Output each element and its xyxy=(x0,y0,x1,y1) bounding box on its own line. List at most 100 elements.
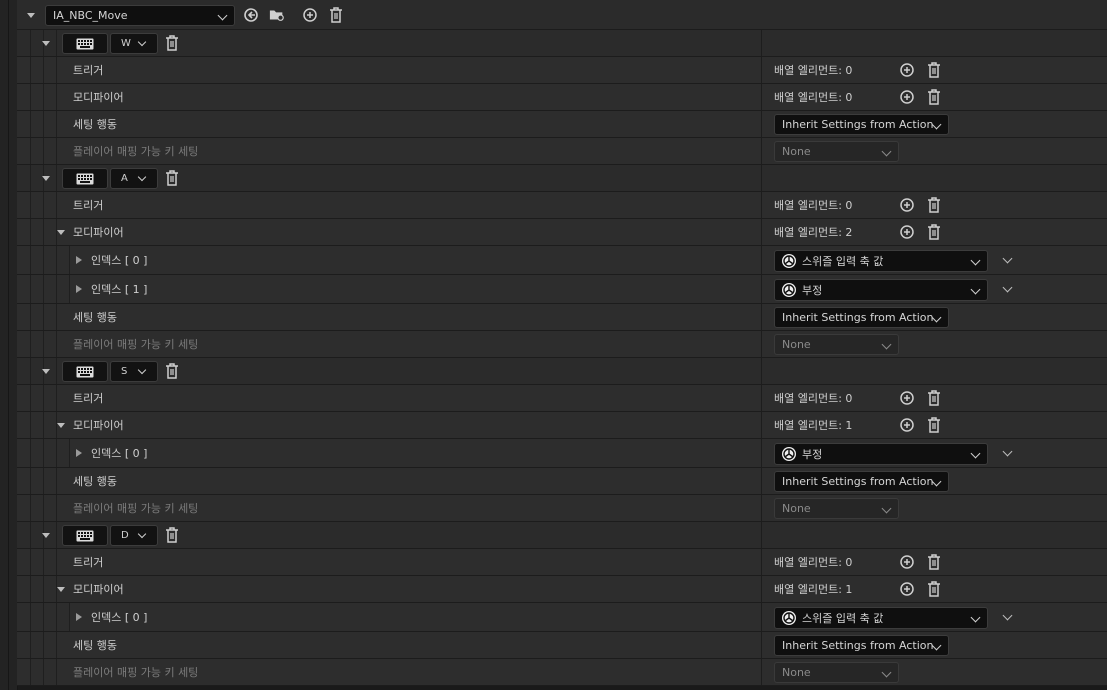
modifier-index-row: 인덱스 [ 0 ] 스위즐 입력 축 값 xyxy=(17,603,1107,632)
setting-behavior-select[interactable]: Inherit Settings from Action xyxy=(774,307,949,328)
indent-line xyxy=(43,138,44,164)
modifier-selector[interactable]: 부정 xyxy=(774,443,988,465)
setting-behavior-select[interactable]: Inherit Settings from Action xyxy=(774,471,949,492)
input-action-selector[interactable]: IA_NBC_Move xyxy=(45,5,235,26)
collapse-arrow-icon[interactable] xyxy=(42,176,50,181)
setting-behavior-label: 세팅 행동 xyxy=(73,118,117,131)
indent-line xyxy=(56,632,57,658)
indent-line xyxy=(56,138,57,164)
indent-line xyxy=(30,358,31,384)
expand-arrow-icon[interactable] xyxy=(76,256,82,264)
modifier-selector[interactable]: 부정 xyxy=(774,279,988,301)
add-icon[interactable] xyxy=(899,581,915,597)
expand-chevron-icon[interactable] xyxy=(1002,253,1013,264)
modifier-name: 스위즐 입력 축 값 xyxy=(802,612,884,625)
folder-search-icon[interactable] xyxy=(269,7,285,23)
indent-line xyxy=(43,246,44,274)
key-selector[interactable]: A xyxy=(110,168,158,189)
player-mappable-select[interactable]: None xyxy=(774,662,899,683)
player-mappable-row: 플레이어 매핑 가능 키 세팅 None xyxy=(17,331,1107,358)
expand-arrow-icon[interactable] xyxy=(76,613,82,621)
player-mappable-select[interactable]: None xyxy=(774,498,899,519)
column-divider xyxy=(761,138,762,164)
collapse-arrow-icon[interactable] xyxy=(57,423,65,428)
key-selector[interactable]: D xyxy=(110,525,158,546)
indent-line xyxy=(56,30,57,56)
keyboard-icon[interactable] xyxy=(62,33,108,54)
player-mappable-select-value: None xyxy=(782,502,811,515)
key-name: W xyxy=(121,38,131,49)
browse-back-icon[interactable] xyxy=(243,7,259,23)
keyboard-icon[interactable] xyxy=(62,361,108,382)
trigger-label: 트리거 xyxy=(73,556,104,569)
column-divider xyxy=(761,111,762,137)
add-icon[interactable] xyxy=(302,7,318,23)
setting-behavior-select[interactable]: Inherit Settings from Action xyxy=(774,114,949,135)
add-icon[interactable] xyxy=(899,197,915,213)
indent-line xyxy=(30,304,31,330)
player-mappable-select[interactable]: None xyxy=(774,334,899,355)
modifier-icon xyxy=(782,611,796,625)
delete-icon[interactable] xyxy=(164,527,180,543)
add-icon[interactable] xyxy=(899,554,915,570)
add-icon[interactable] xyxy=(899,62,915,78)
key-selector[interactable]: W xyxy=(110,33,158,54)
indent-line xyxy=(30,576,31,602)
collapse-arrow-icon[interactable] xyxy=(42,369,50,374)
delete-icon[interactable] xyxy=(328,7,344,23)
delete-icon[interactable] xyxy=(926,197,942,213)
delete-icon[interactable] xyxy=(926,554,942,570)
setting-behavior-select-value: Inherit Settings from Action xyxy=(782,118,934,131)
column-divider xyxy=(761,412,762,438)
indent-line xyxy=(30,57,31,83)
delete-icon[interactable] xyxy=(926,224,942,240)
chevron-down-icon xyxy=(217,10,228,21)
indent-line xyxy=(69,275,70,303)
delete-icon[interactable] xyxy=(926,390,942,406)
keyboard-icon[interactable] xyxy=(62,168,108,189)
key-name: A xyxy=(121,173,128,184)
expand-arrow-icon[interactable] xyxy=(76,449,82,457)
expand-chevron-icon[interactable] xyxy=(1002,610,1013,621)
modifier-row: 모디파이어 배열 엘리먼트: 0 xyxy=(17,84,1107,111)
indent-line xyxy=(43,111,44,137)
input-action-row: IA_NBC_Move xyxy=(17,0,1107,30)
collapse-arrow-icon[interactable] xyxy=(57,587,65,592)
delete-icon[interactable] xyxy=(926,417,942,433)
indent-line xyxy=(56,358,57,384)
delete-icon[interactable] xyxy=(164,35,180,51)
column-divider xyxy=(761,439,762,467)
key-selector[interactable]: S xyxy=(110,361,158,382)
keyboard-icon[interactable] xyxy=(62,525,108,546)
indent-line xyxy=(56,603,57,631)
delete-icon[interactable] xyxy=(164,170,180,186)
expand-chevron-icon[interactable] xyxy=(1002,282,1013,293)
add-icon[interactable] xyxy=(899,224,915,240)
indent-line xyxy=(43,192,44,218)
indent-line xyxy=(69,246,70,274)
delete-icon[interactable] xyxy=(926,62,942,78)
modifier-selector[interactable]: 스위즐 입력 축 값 xyxy=(774,607,988,629)
add-icon[interactable] xyxy=(899,89,915,105)
modifier-selector[interactable]: 스위즐 입력 축 값 xyxy=(774,250,988,272)
collapse-arrow-icon[interactable] xyxy=(42,533,50,538)
delete-icon[interactable] xyxy=(164,363,180,379)
indent-line xyxy=(43,549,44,575)
setting-behavior-select[interactable]: Inherit Settings from Action xyxy=(774,635,949,656)
delete-icon[interactable] xyxy=(926,89,942,105)
expand-chevron-icon[interactable] xyxy=(1002,446,1013,457)
setting-behavior-row: 세팅 행동 Inherit Settings from Action xyxy=(17,111,1107,138)
column-divider xyxy=(761,522,762,548)
add-icon[interactable] xyxy=(899,417,915,433)
collapse-arrow-icon[interactable] xyxy=(42,41,50,46)
player-mappable-select[interactable]: None xyxy=(774,141,899,162)
collapse-arrow-icon[interactable] xyxy=(57,230,65,235)
trigger-row: 트리거 배열 엘리먼트: 0 xyxy=(17,385,1107,412)
chevron-down-icon xyxy=(970,448,981,459)
expand-arrow-icon[interactable] xyxy=(76,285,82,293)
array-element-count: 배열 엘리먼트: 1 xyxy=(774,583,853,596)
collapse-arrow-icon[interactable] xyxy=(27,13,35,18)
add-icon[interactable] xyxy=(899,390,915,406)
indent-line xyxy=(56,659,57,685)
delete-icon[interactable] xyxy=(926,581,942,597)
